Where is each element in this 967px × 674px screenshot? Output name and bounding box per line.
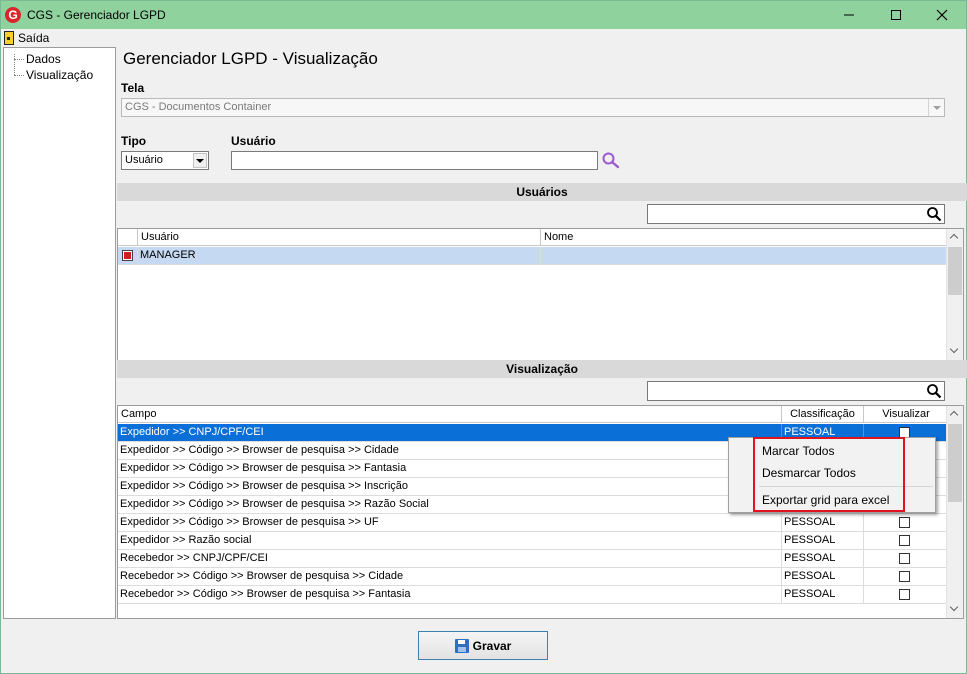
tipo-select-value: Usuário <box>125 154 163 166</box>
close-icon <box>936 9 948 21</box>
maximize-icon <box>891 10 901 20</box>
table-row[interactable]: Expedidor >> Código >> Browser de pesqui… <box>118 514 948 532</box>
maximize-button[interactable] <box>873 1 919 29</box>
select-column-header <box>118 229 138 246</box>
tipo-label: Tipo <box>121 134 147 148</box>
app-logo-icon: G <box>5 7 21 23</box>
visualizar-checkbox[interactable] <box>899 535 910 546</box>
tela-select[interactable]: CGS - Documentos Container <box>121 98 945 117</box>
tela-select-value: CGS - Documentos Container <box>125 101 272 113</box>
visualizar-checkbox[interactable] <box>899 553 910 564</box>
column-header-usuario[interactable]: Usuário <box>138 229 541 246</box>
campo-cell: Expedidor >> CNPJ/CPF/CEI <box>118 424 782 442</box>
scroll-down-icon[interactable] <box>947 343 963 360</box>
app-window: G CGS - Gerenciador LGPD Saída Dados Vis… <box>0 0 967 674</box>
row-select-cell[interactable] <box>118 247 138 265</box>
visualizar-cell[interactable] <box>864 568 948 586</box>
search-icon[interactable] <box>926 383 942 402</box>
visualizar-cell[interactable] <box>864 586 948 604</box>
classificacao-cell: PESSOAL <box>782 550 864 568</box>
usuario-cell: MANAGER <box>138 247 541 265</box>
usuarios-filter[interactable] <box>647 204 945 224</box>
usuario-input[interactable] <box>231 151 598 170</box>
floppy-disk-icon <box>454 638 469 653</box>
classificacao-cell: PESSOAL <box>782 568 864 586</box>
title-bar[interactable]: G CGS - Gerenciador LGPD <box>1 1 966 29</box>
scroll-down-icon[interactable] <box>947 601 963 618</box>
visualizar-cell[interactable] <box>864 550 948 568</box>
visualizar-checkbox[interactable] <box>899 589 910 600</box>
scroll-thumb[interactable] <box>948 424 962 502</box>
minimize-button[interactable] <box>826 1 872 29</box>
tree-item-dados[interactable]: Dados <box>14 51 61 67</box>
tree-item-visualizacao[interactable]: Visualização <box>14 67 93 83</box>
tela-label: Tela <box>121 81 145 95</box>
visualizacao-filter[interactable] <box>647 381 945 401</box>
visualizacao-section-header: Visualização <box>117 360 967 378</box>
menu-exit-label: Saída <box>18 31 50 45</box>
column-header-classificacao[interactable]: Classificação <box>782 406 864 423</box>
table-row[interactable]: Expedidor >> Razão social PESSOAL <box>118 532 948 550</box>
campo-cell: Expedidor >> Código >> Browser de pesqui… <box>118 514 782 532</box>
nome-cell <box>541 247 948 265</box>
classificacao-cell: PESSOAL <box>782 586 864 604</box>
navigation-tree: Dados Visualização <box>3 47 116 619</box>
close-button[interactable] <box>919 1 965 29</box>
table-row[interactable]: Recebedor >> CNPJ/CPF/CEI PESSOAL <box>118 550 948 568</box>
usuarios-scrollbar[interactable] <box>946 229 963 360</box>
campo-cell: Recebedor >> CNPJ/CPF/CEI <box>118 550 782 568</box>
search-icon <box>602 152 620 169</box>
minimize-icon <box>844 14 854 16</box>
campo-cell: Expedidor >> Razão social <box>118 532 782 550</box>
row-checkbox[interactable] <box>122 250 133 261</box>
visualizacao-scrollbar[interactable] <box>946 406 963 618</box>
menu-exit[interactable]: Saída <box>4 30 49 46</box>
column-header-visualizar[interactable]: Visualizar <box>864 406 948 423</box>
scroll-up-icon[interactable] <box>947 406 963 423</box>
campo-cell: Expedidor >> Código >> Browser de pesqui… <box>118 442 782 460</box>
table-row[interactable]: MANAGER <box>118 247 948 265</box>
usuarios-grid-header: Usuário Nome <box>118 229 948 246</box>
table-row[interactable]: Recebedor >> Código >> Browser de pesqui… <box>118 568 948 586</box>
campo-cell: Expedidor >> Código >> Browser de pesqui… <box>118 478 782 496</box>
gravar-button[interactable]: Gravar <box>418 631 548 660</box>
tree-item-label: Dados <box>26 52 61 66</box>
usuarios-filter-input[interactable] <box>648 205 923 223</box>
gravar-label: Gravar <box>472 638 512 653</box>
usuarios-section-header: Usuários <box>117 183 967 201</box>
search-icon[interactable] <box>926 206 942 225</box>
classificacao-cell: PESSOAL <box>782 514 864 532</box>
exit-door-icon <box>4 31 14 45</box>
scroll-up-icon[interactable] <box>947 229 963 246</box>
visualizar-checkbox[interactable] <box>899 571 910 582</box>
tipo-select[interactable]: Usuário <box>121 151 209 170</box>
tree-item-label: Visualização <box>26 68 94 82</box>
visualizacao-grid-header: Campo Classificação Visualizar <box>118 406 948 423</box>
campo-cell: Expedidor >> Código >> Browser de pesqui… <box>118 496 782 514</box>
menu-bar: Saída <box>1 29 966 47</box>
campo-cell: Recebedor >> Código >> Browser de pesqui… <box>118 586 782 604</box>
visualizar-cell[interactable] <box>864 514 948 532</box>
usuario-search-button[interactable] <box>601 151 621 172</box>
visualizacao-filter-input[interactable] <box>648 382 923 400</box>
chevron-down-icon[interactable] <box>193 153 207 168</box>
column-header-nome[interactable]: Nome <box>541 229 948 246</box>
visualizar-cell[interactable] <box>864 532 948 550</box>
window-title: CGS - Gerenciador LGPD <box>27 8 166 22</box>
visualizar-checkbox[interactable] <box>899 517 910 528</box>
scroll-thumb[interactable] <box>948 247 962 295</box>
table-row[interactable]: Recebedor >> Código >> Browser de pesqui… <box>118 586 948 604</box>
chevron-down-icon[interactable] <box>928 99 944 116</box>
usuarios-grid: Usuário Nome MANAGER <box>117 228 964 361</box>
classificacao-cell: PESSOAL <box>782 532 864 550</box>
column-header-campo[interactable]: Campo <box>118 406 782 423</box>
page-title: Gerenciador LGPD - Visualização <box>123 49 378 68</box>
usuario-label: Usuário <box>231 134 276 148</box>
campo-cell: Recebedor >> Código >> Browser de pesqui… <box>118 568 782 586</box>
campo-cell: Expedidor >> Código >> Browser de pesqui… <box>118 460 782 478</box>
annotation-highlight-box <box>753 437 905 512</box>
